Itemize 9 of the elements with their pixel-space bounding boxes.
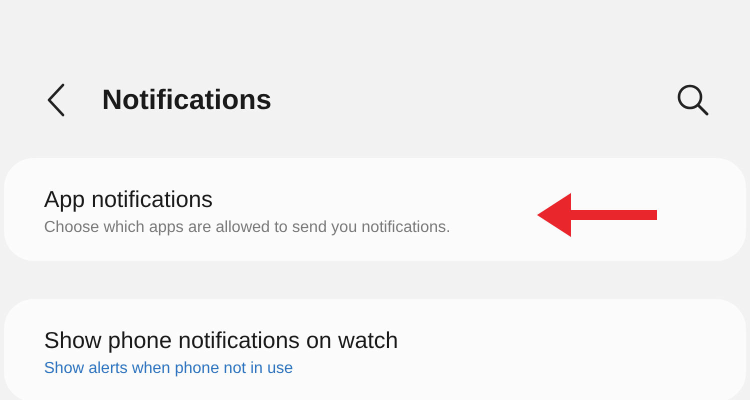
settings-item[interactable]: Show phone notifications on watch Show alerts when phone not in use: [4, 299, 746, 400]
search-icon[interactable]: [676, 83, 710, 117]
item-description: Show alerts when phone not in use: [44, 360, 294, 378]
item-title: App notifications: [44, 186, 214, 213]
item-description: Choose which apps are allowed to send you notifications.: [44, 219, 452, 237]
page-title: Notifications: [102, 84, 273, 116]
item-title: Show phone notifications on watch: [44, 327, 400, 354]
settings-item[interactable]: App notifications Choose which apps are allowed to send you notifications.: [4, 158, 746, 261]
back-icon[interactable]: [46, 83, 66, 117]
